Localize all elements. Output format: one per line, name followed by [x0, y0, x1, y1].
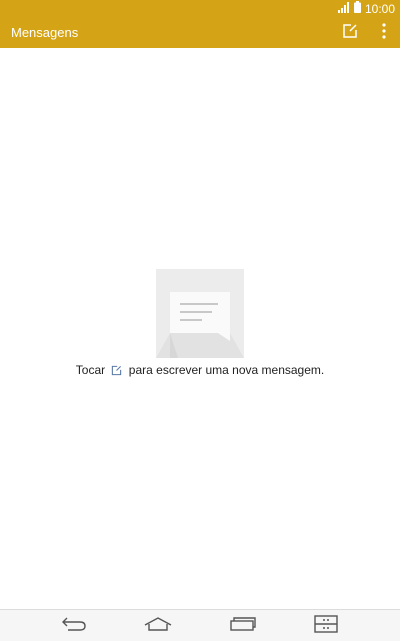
dual-window-button[interactable]	[306, 614, 346, 638]
home-button[interactable]	[138, 614, 178, 638]
more-options-button[interactable]	[373, 22, 395, 44]
navigation-bar	[0, 609, 400, 641]
message-illustration	[156, 269, 244, 358]
app-bar: Mensagens	[0, 17, 400, 48]
more-vert-icon	[382, 22, 386, 44]
battery-icon	[353, 1, 361, 16]
compose-icon	[111, 365, 122, 379]
empty-text-after: para escrever uma nova mensagem.	[128, 363, 325, 377]
back-button[interactable]	[54, 614, 94, 638]
recent-apps-icon	[229, 616, 257, 637]
back-icon	[60, 616, 88, 637]
status-time: 10:00	[364, 1, 395, 16]
empty-text-before: Tocar	[75, 363, 106, 377]
compose-button[interactable]	[339, 22, 361, 44]
empty-state-message: Tocar para escrever uma nova mensagem.	[0, 363, 400, 379]
compose-icon	[342, 23, 358, 44]
app-title: Mensagens	[11, 25, 79, 40]
status-icons: 10:00	[337, 0, 395, 17]
home-icon	[143, 616, 173, 637]
recent-apps-button[interactable]	[223, 614, 263, 638]
status-bar: 10:00	[0, 0, 400, 17]
signal-icon	[337, 1, 350, 16]
dual-window-icon	[314, 614, 338, 638]
